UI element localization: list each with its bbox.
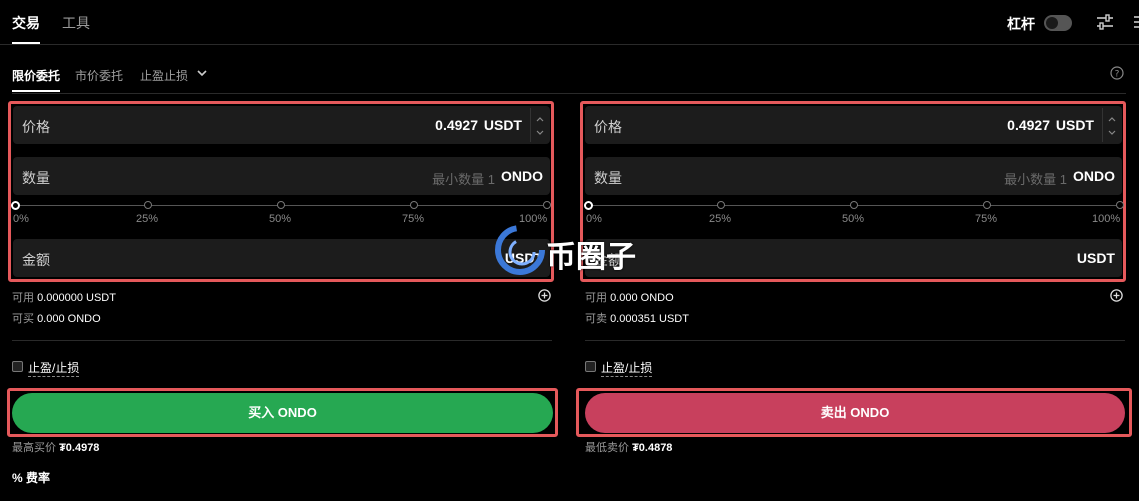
slider-handle[interactable] [11,201,20,210]
slider-stop[interactable] [543,201,551,209]
leverage-label: 杠杆 [1007,16,1035,32]
slider-tick-label: 25% [709,213,732,225]
buy-quantity-placeholder: 最小数量 1 [432,172,495,187]
buy-quantity-field[interactable]: 数量 最小数量 1 ONDO [13,157,550,195]
sell-tpsl-label[interactable]: 止盈/止损 [601,359,653,377]
buy-best-price-value: ₮0.4978 [59,442,100,454]
sell-best-price: 最低卖价 ₮0.4878 [585,439,672,455]
tab-market-order[interactable]: 市价委托 [75,67,123,84]
tab-tpsl-order[interactable]: 止盈止损 [140,67,188,84]
chevron-down-icon[interactable] [196,68,208,78]
slider-tick-label: 0% [13,213,29,225]
sell-price-stepper[interactable] [1102,108,1120,142]
decrement-icon[interactable] [1108,130,1116,136]
sell-amount-unit: USDT [1076,250,1115,266]
buy-price-value[interactable]: 0.4927 [435,117,478,133]
svg-text:?: ? [1115,70,1120,80]
buy-can-buy-value: 0.000 ONDO [37,313,101,325]
slider-tick-label: 75% [975,213,998,225]
slider-tick-label: 25% [136,213,159,225]
buy-quantity-unit: ONDO [501,168,543,184]
buy-amount-field[interactable]: 金额 USDT [13,239,550,277]
sliders-icon[interactable] [1096,13,1114,31]
slider-stop[interactable] [1116,201,1124,209]
sell-quantity-label: 数量 [594,170,622,186]
buy-price-label: 价格 [22,119,50,135]
buy-available-label: 可用 [12,292,34,304]
order-tab-indicator [12,90,60,92]
order-type-tabs: 限价委托 市价委托 止盈止损 [0,60,1139,93]
buy-tpsl-label[interactable]: 止盈/止损 [28,359,80,377]
buy-button[interactable]: 买入 ONDO [12,393,553,433]
sell-price-field[interactable]: 价格 0.4927 USDT [585,106,1122,144]
slider-tick-label: 100% [1092,213,1121,225]
sell-can-sell-value: 0.000351 USDT [610,313,689,325]
buy-can-buy-label: 可买 [12,313,34,325]
buy-price-stepper[interactable] [530,108,548,142]
slider-handle[interactable] [584,201,593,210]
sell-price-unit: USDT [1055,117,1094,133]
decrement-icon[interactable] [536,130,544,136]
slider-stop[interactable] [850,201,858,209]
sell-can-sell-label: 可卖 [585,313,607,325]
sell-button[interactable]: 卖出 ONDO [585,393,1125,433]
buy-amount-label: 金额 [22,252,50,268]
fee-rate-label: 费率 [26,471,51,485]
slider-tick-label: 50% [269,213,292,225]
active-tab-indicator [12,42,40,44]
help-icon[interactable]: ? [1110,66,1124,80]
slider-stop[interactable] [717,201,725,209]
sell-available-label: 可用 [585,292,607,304]
slider-stop[interactable] [144,201,152,209]
menu-icon[interactable] [1132,14,1139,30]
order-tabs-divider [12,93,1126,94]
increment-icon[interactable] [536,116,544,122]
sell-quantity-unit: ONDO [1073,168,1115,184]
buy-best-price: 最高买价 ₮0.4978 [12,439,99,455]
add-funds-icon[interactable] [538,289,551,302]
buy-quantity-label: 数量 [22,170,50,186]
sell-quantity-field[interactable]: 数量 最小数量 1 ONDO [585,157,1122,195]
sell-tpsl-checkbox[interactable] [585,361,596,372]
buy-price-field[interactable]: 价格 0.4927 USDT [13,106,550,144]
top-tab-bar: 交易 工具 杠杆 [0,0,1139,45]
sell-available-value: 0.000 ONDO [610,292,674,304]
buy-price-unit: USDT [483,117,522,133]
slider-stop[interactable] [277,201,285,209]
tab-trade[interactable]: 交易 [12,13,40,33]
sell-percent-slider[interactable]: 0% 25% 50% 75% 100% [584,201,1124,231]
buy-available-value: 0.000000 USDT [37,292,116,304]
buy-can-buy: 可买 0.000 ONDO [12,310,101,326]
buy-available: 可用 0.000000 USDT [12,289,116,305]
sell-available: 可用 0.000 ONDO [585,289,674,305]
fee-rate-link[interactable]: % 费率 [12,469,50,486]
sell-quantity-placeholder: 最小数量 1 [1004,172,1067,187]
add-funds-icon[interactable] [1110,289,1123,302]
slider-tick-label: 50% [842,213,865,225]
tab-tools[interactable]: 工具 [62,13,90,33]
buy-percent-slider[interactable]: 0% 25% 50% 75% 100% [11,201,551,231]
sell-amount-field[interactable]: 金额 USDT [585,239,1122,277]
sell-best-price-value: ₮0.4878 [632,442,673,454]
sell-divider [585,340,1125,341]
buy-divider [12,340,552,341]
sell-price-value[interactable]: 0.4927 [1007,117,1050,133]
sell-price-label: 价格 [594,119,622,135]
increment-icon[interactable] [1108,116,1116,122]
buy-tpsl-checkbox[interactable] [12,361,23,372]
watermark-text: 币圈子 [546,241,636,274]
sell-can-sell: 可卖 0.000351 USDT [585,310,689,326]
slider-stop[interactable] [983,201,991,209]
slider-tick-label: 75% [402,213,425,225]
percent-icon: % [12,471,23,485]
leverage-toggle[interactable] [1044,15,1072,31]
slider-stop[interactable] [410,201,418,209]
buy-best-price-label: 最高买价 [12,442,56,454]
tab-limit-order[interactable]: 限价委托 [12,67,60,84]
sell-best-price-label: 最低卖价 [585,442,629,454]
